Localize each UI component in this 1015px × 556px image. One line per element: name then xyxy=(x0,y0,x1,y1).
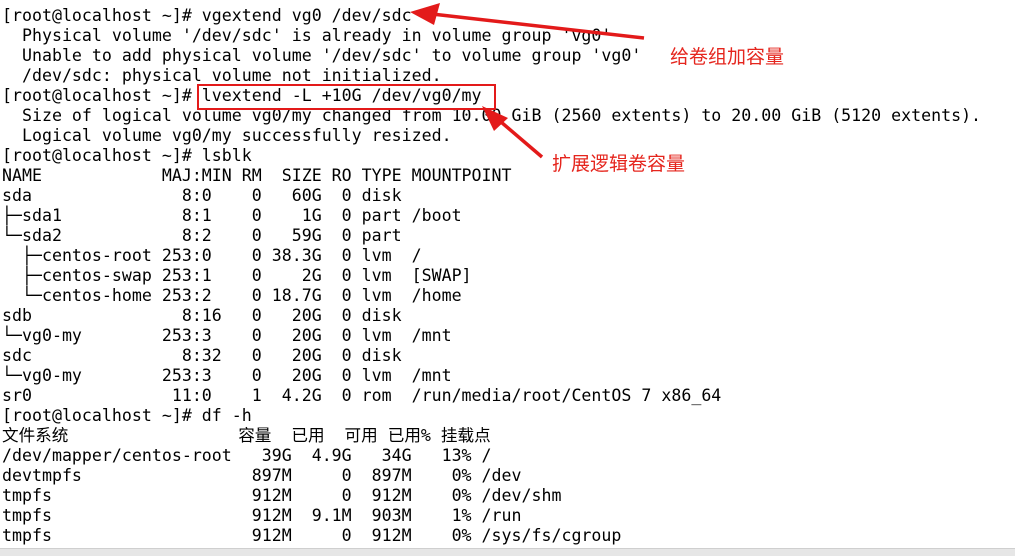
terminal-line: └─sda2 8:2 0 59G 0 part xyxy=(2,226,402,245)
terminal-line: [root@localhost ~]# vgextend vg0 /dev/sd… xyxy=(2,6,412,25)
terminal-line: /dev/mapper/centos-root 39G 4.9G 34G 13%… xyxy=(2,446,492,465)
terminal-line: sdc 8:32 0 20G 0 disk xyxy=(2,346,402,365)
terminal-line: [root@localhost ~]# lvextend -L +10G /de… xyxy=(2,86,482,105)
terminal-line: tmpfs 912M 0 912M 0% /sys/fs/cgroup xyxy=(2,526,622,545)
terminal-line: [root@localhost ~]# df -h xyxy=(2,406,252,425)
terminal-line: ├─centos-root 253:0 0 38.3G 0 lvm / xyxy=(2,246,422,265)
terminal-line: tmpfs 912M 9.1M 903M 1% /run xyxy=(2,506,522,525)
terminal-line: sdb 8:16 0 20G 0 disk xyxy=(2,306,402,325)
terminal-output[interactable]: [root@localhost ~]# vgextend vg0 /dev/sd… xyxy=(0,0,1015,548)
terminal-line: Physical volume '/dev/sdc' is already in… xyxy=(2,26,612,45)
terminal-line: ├─centos-swap 253:1 0 2G 0 lvm [SWAP] xyxy=(2,266,472,285)
terminal-line: Unable to add physical volume '/dev/sdc'… xyxy=(2,46,642,65)
terminal-line: sr0 11:0 1 4.2G 0 rom /run/media/root/Ce… xyxy=(2,386,722,405)
annotation-extend-lv-capacity: 扩展逻辑卷容量 xyxy=(552,153,686,175)
terminal-line: 文件系统 容量 已用 可用 已用% 挂载点 xyxy=(2,426,491,445)
terminal-line: NAME MAJ:MIN RM SIZE RO TYPE MOUNTPOINT xyxy=(2,166,512,185)
terminal-line: Logical volume vg0/my successfully resiz… xyxy=(2,126,452,145)
terminal-line: [root@localhost ~]# lsblk xyxy=(2,146,252,165)
annotation-add-vg-capacity: 给卷组加容量 xyxy=(670,46,785,68)
terminal-line: └─centos-home 253:2 0 18.7G 0 lvm /home xyxy=(2,286,462,305)
terminal-line: tmpfs 912M 0 912M 0% /dev/shm xyxy=(2,486,562,505)
terminal-line: └─vg0-my 253:3 0 20G 0 lvm /mnt xyxy=(2,366,452,385)
terminal-line: devtmpfs 897M 0 897M 0% /dev xyxy=(2,466,522,485)
terminal-line: /dev/sdc: physical volume not initialize… xyxy=(2,66,442,85)
terminal-line: Size of logical volume vg0/my changed fr… xyxy=(2,106,982,125)
terminal-line: └─vg0-my 253:3 0 20G 0 lvm /mnt xyxy=(2,326,452,345)
terminal-line: sda 8:0 0 60G 0 disk xyxy=(2,186,402,205)
terminal-line: ├─sda1 8:1 0 1G 0 part /boot xyxy=(2,206,462,225)
